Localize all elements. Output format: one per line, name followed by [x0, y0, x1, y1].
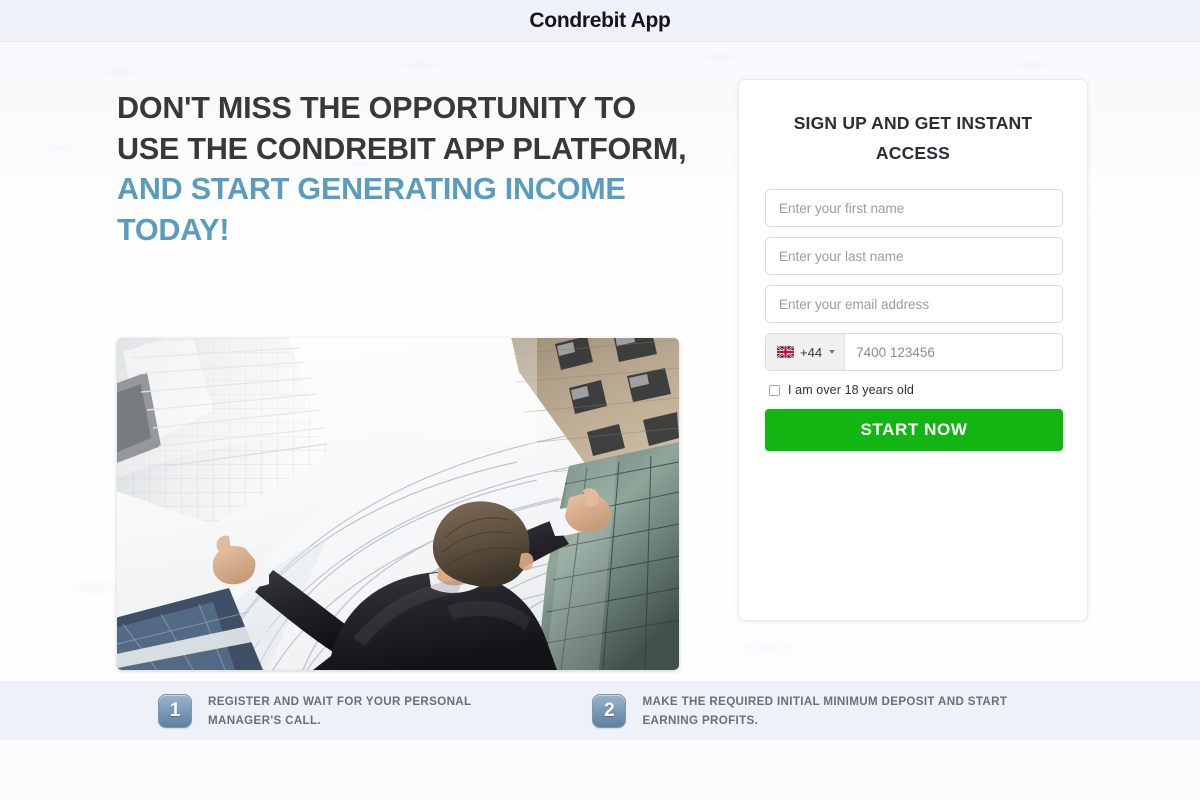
window-title-bar: Condrebit App	[0, 0, 1200, 42]
start-now-button[interactable]: START NOW	[765, 409, 1063, 451]
hero-left-column: DON'T MISS THE OPPORTUNITY TO USE THE CO…	[117, 88, 697, 670]
signup-title-line-2: ACCESS	[875, 143, 951, 163]
first-name-input[interactable]	[765, 189, 1063, 227]
step-1-line-1: REGISTER AND WAIT FOR YOUR PERSONAL	[208, 694, 472, 708]
country-code-selector[interactable]: +44	[766, 334, 846, 370]
hero-image	[117, 338, 679, 670]
email-input[interactable]	[765, 285, 1063, 323]
last-name-input[interactable]	[765, 237, 1063, 275]
phone-number-input[interactable]	[845, 334, 1062, 370]
chevron-down-icon	[829, 350, 836, 354]
age-consent-row: I am over 18 years old	[769, 383, 1061, 397]
age-consent-checkbox[interactable]	[769, 384, 780, 396]
dial-code-label: +44	[800, 344, 823, 360]
steps-footer-band: 1 REGISTER AND WAIT FOR YOUR PERSONAL MA…	[0, 681, 1200, 740]
step-1-line-2: MANAGER'S CALL.	[208, 713, 321, 727]
step-text-1: REGISTER AND WAIT FOR YOUR PERSONAL MANA…	[208, 692, 471, 730]
step-2-line-1: MAKE THE REQUIRED INITIAL MINIMUM DEPOSI…	[642, 694, 1008, 708]
hero-image-illustration	[117, 338, 679, 670]
phone-field-group: +44	[765, 333, 1063, 371]
headline-accent-line-1: AND START GENERATING INCOME	[117, 172, 626, 206]
headline-accent-line-2: TODAY!	[117, 212, 230, 247]
page-title: Condrebit App	[529, 8, 671, 32]
step-number-badge-2: 2	[592, 693, 627, 728]
headline-line-2: USE THE CONDREBIT APP PLATFORM,	[117, 131, 687, 166]
headline-line-1: DON'T MISS THE OPPORTUNITY TO	[117, 91, 636, 125]
step-2-line-2: EARNING PROFITS.	[642, 713, 759, 727]
step-item-2: 2 MAKE THE REQUIRED INITIAL MINIMUM DEPO…	[592, 692, 1007, 730]
uk-flag-icon	[777, 346, 794, 358]
step-item-1: 1 REGISTER AND WAIT FOR YOUR PERSONAL MA…	[158, 692, 471, 730]
landing-page: DON'T MISS THE OPPORTUNITY TO USE THE CO…	[0, 42, 1200, 800]
steps-list: 1 REGISTER AND WAIT FOR YOUR PERSONAL MA…	[0, 681, 1200, 740]
signup-form-card: SIGN UP AND GET INSTANT ACCESS +44	[738, 79, 1088, 621]
signup-title-line-1: SIGN UP AND GET INSTANT	[793, 113, 1033, 133]
step-text-2: MAKE THE REQUIRED INITIAL MINIMUM DEPOSI…	[642, 692, 1007, 730]
hero-headline: DON'T MISS THE OPPORTUNITY TO USE THE CO…	[117, 88, 697, 250]
step-number-badge-1: 1	[158, 693, 192, 728]
age-consent-label: I am over 18 years old	[788, 383, 914, 397]
signup-title: SIGN UP AND GET INSTANT ACCESS	[765, 108, 1061, 168]
